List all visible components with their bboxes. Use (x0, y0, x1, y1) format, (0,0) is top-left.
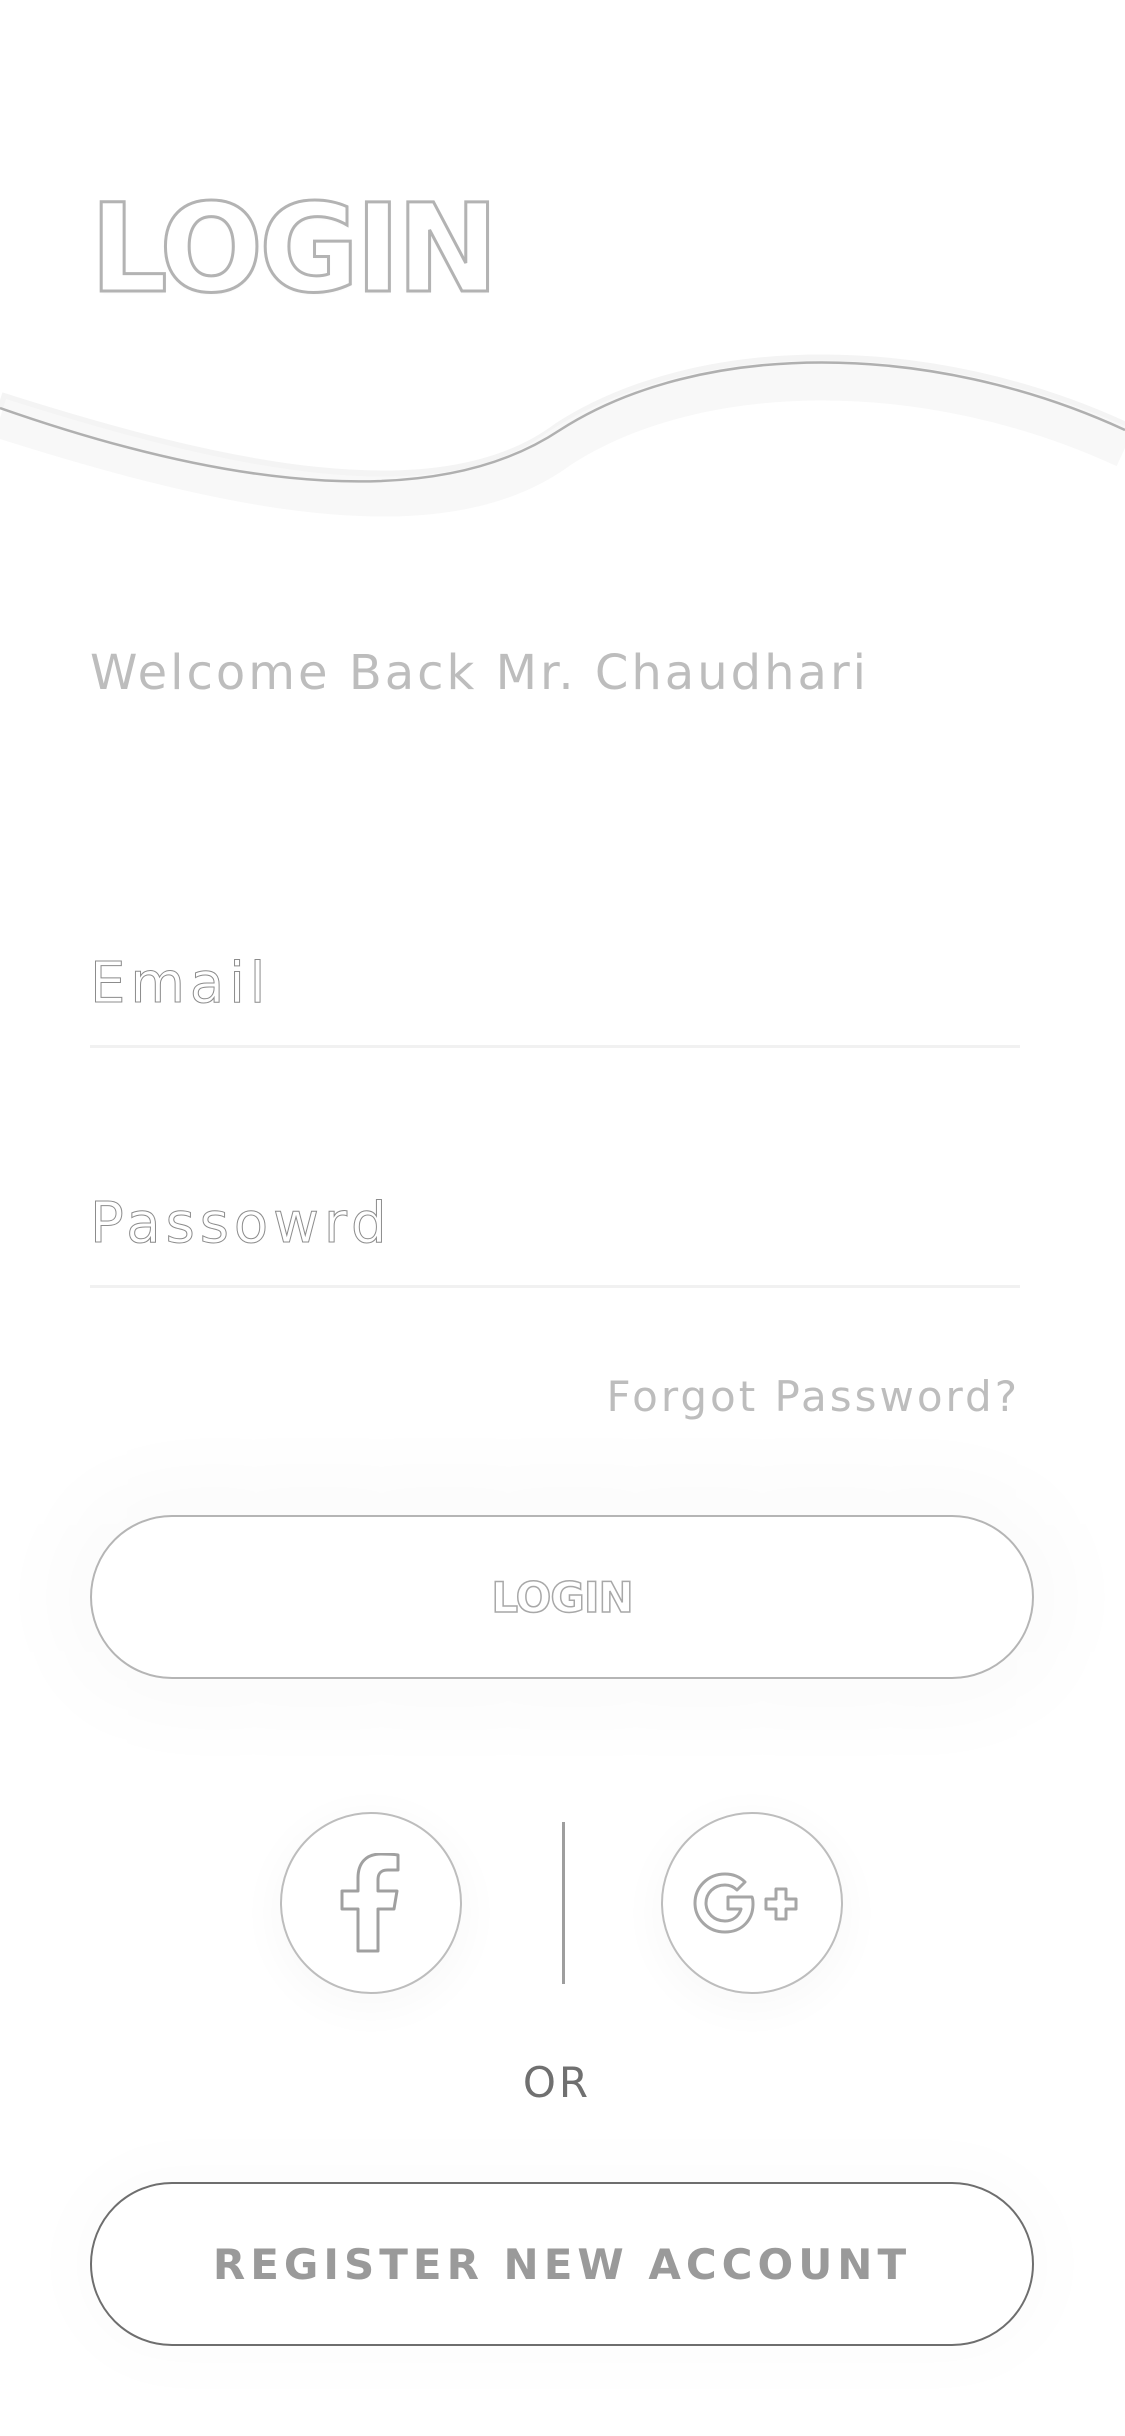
social-divider (562, 1822, 565, 1984)
or-separator: OR (522, 2058, 592, 2107)
password-underline (90, 1285, 1020, 1288)
google-login-button[interactable] (661, 1812, 843, 1994)
forgot-password-link[interactable]: Forgot Password? (606, 1372, 1020, 1421)
register-button[interactable]: REGISTER NEW ACCOUNT (90, 2182, 1034, 2346)
facebook-login-button[interactable] (280, 1812, 462, 1994)
password-field[interactable] (90, 1168, 1020, 1278)
login-screen: LOGIN Welcome Back Mr. Chaudhari Forgot … (0, 0, 1125, 2436)
welcome-message: Welcome Back Mr. Chaudhari (90, 645, 870, 701)
social-login-row (0, 1812, 1125, 1998)
email-underline (90, 1045, 1020, 1048)
page-title: LOGIN (89, 178, 501, 320)
register-button-label: REGISTER NEW ACCOUNT (212, 2239, 912, 2289)
email-field[interactable] (90, 928, 1020, 1038)
google-plus-icon (693, 1872, 798, 1934)
login-button[interactable]: LOGIN (90, 1515, 1034, 1679)
password-field-container (90, 1168, 1020, 1288)
login-button-label: LOGIN (491, 1572, 635, 1623)
email-field-container (90, 928, 1020, 1048)
header-wave (0, 354, 1125, 517)
facebook-icon (340, 1853, 400, 1953)
